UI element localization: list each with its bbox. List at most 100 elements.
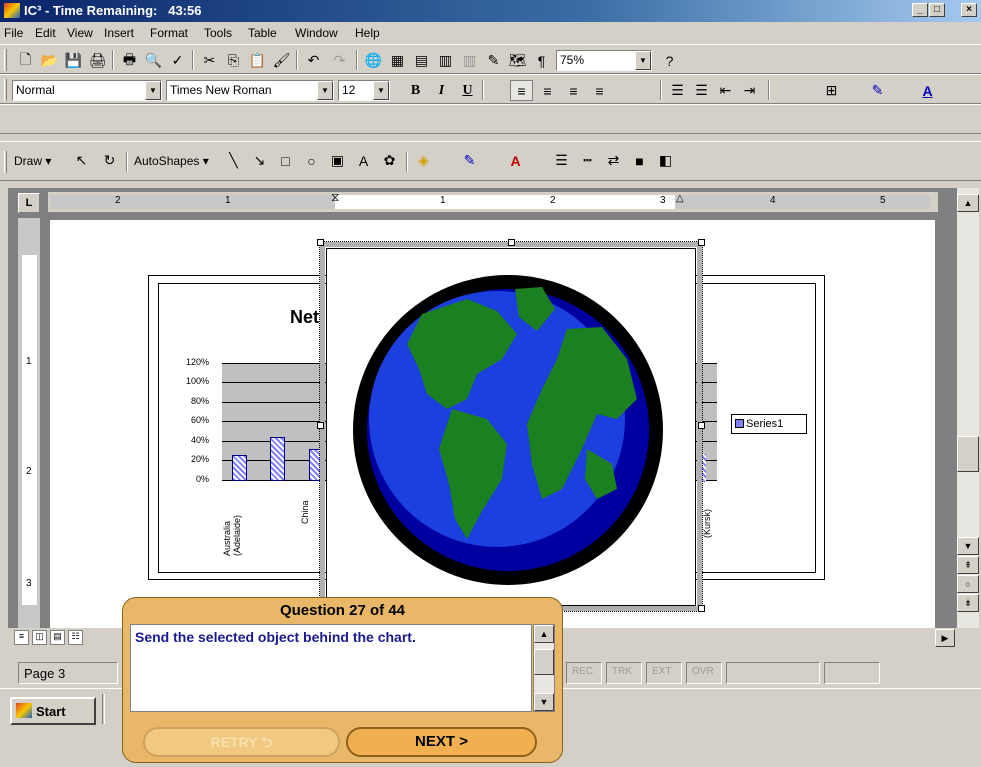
insert-excel-icon[interactable]: ▥ — [434, 50, 457, 71]
open-icon[interactable]: 📂 — [38, 50, 61, 71]
menu-help[interactable]: Help — [355, 26, 380, 40]
chevron-down-icon[interactable]: ▼ — [317, 81, 333, 100]
line-style-icon[interactable]: ☰ — [550, 150, 573, 171]
clipart-icon[interactable]: ✿ — [378, 150, 401, 171]
italic-icon[interactable]: I — [430, 80, 453, 101]
help-icon[interactable]: ? — [658, 50, 681, 71]
scroll-thumb[interactable] — [957, 436, 979, 472]
increase-indent-icon[interactable]: ⇥ — [738, 80, 761, 101]
resize-handle[interactable] — [698, 605, 705, 612]
web-layout-icon[interactable]: ◫ — [32, 630, 47, 645]
chevron-down-icon[interactable]: ▼ — [373, 81, 389, 100]
menu-view[interactable]: View — [67, 26, 93, 40]
menu-table[interactable]: Table — [248, 26, 277, 40]
zoom-combo[interactable]: 75% ▼ — [556, 50, 652, 71]
line-icon[interactable]: ╲ — [222, 150, 245, 171]
next-button[interactable]: NEXT > — [346, 727, 537, 757]
line-color-icon[interactable]: ✎ — [458, 150, 481, 171]
highlight-icon[interactable]: ✎ — [866, 80, 889, 101]
wordart-icon[interactable]: A — [352, 150, 375, 171]
scroll-down-button[interactable]: ▼ — [957, 537, 979, 555]
spelling-icon[interactable]: ✓ — [166, 50, 189, 71]
question-scrollbar[interactable]: ▲ ▼ — [533, 624, 555, 712]
format-painter-icon[interactable]: 🖌 — [270, 50, 293, 71]
resize-handle[interactable] — [317, 239, 324, 246]
chevron-down-icon[interactable]: ▼ — [145, 81, 161, 100]
ovr-indicator[interactable]: OVR — [686, 662, 722, 684]
underline-icon[interactable]: U — [456, 80, 479, 101]
font-color-icon[interactable]: A — [916, 80, 939, 101]
resize-handle[interactable] — [317, 422, 324, 429]
menu-edit[interactable]: Edit — [35, 26, 56, 40]
bullets-icon[interactable]: ☰ — [690, 80, 713, 101]
copy-icon[interactable]: ⎘ — [222, 50, 245, 71]
insert-table-icon[interactable]: ▤ — [410, 50, 433, 71]
arrow-icon[interactable]: ↘ — [248, 150, 271, 171]
bar[interactable] — [270, 437, 285, 481]
menu-format[interactable]: Format — [150, 26, 188, 40]
paste-icon[interactable]: 📋 — [246, 50, 269, 71]
font-color-icon[interactable]: A — [504, 150, 527, 171]
chart-legend[interactable]: Series1 — [731, 414, 807, 434]
select-browse-object-icon[interactable]: ○ — [957, 575, 979, 593]
font-combo[interactable]: Times New Roman ▼ — [166, 80, 334, 101]
tables-borders-icon[interactable]: ▦ — [386, 50, 409, 71]
scroll-right-button[interactable]: ▶ — [935, 629, 955, 647]
redo-icon[interactable]: ↷ — [328, 50, 351, 71]
next-page-icon[interactable]: ⇟ — [957, 594, 979, 612]
arrow-style-icon[interactable]: ⇄ — [602, 150, 625, 171]
chevron-down-icon[interactable]: ▼ — [635, 51, 651, 70]
undo-icon[interactable]: ↶ — [302, 50, 325, 71]
globe-clipart[interactable] — [326, 248, 696, 606]
resize-handle[interactable] — [698, 422, 705, 429]
outline-view-icon[interactable]: ☷ — [68, 630, 83, 645]
align-right-icon[interactable]: ≡ — [562, 80, 585, 101]
toolbar-grip[interactable] — [4, 79, 7, 101]
shadow-icon[interactable]: ■ — [628, 150, 651, 171]
menu-tools[interactable]: Tools — [204, 26, 232, 40]
toolbar-grip[interactable] — [4, 49, 7, 71]
rectangle-icon[interactable]: □ — [274, 150, 297, 171]
scroll-up-button[interactable]: ▲ — [534, 625, 554, 643]
resize-handle[interactable] — [508, 239, 515, 246]
previous-page-icon[interactable]: ⇞ — [957, 556, 979, 574]
tab-selector[interactable]: L — [18, 193, 40, 213]
center-icon[interactable]: ≡ — [536, 80, 559, 101]
free-rotate-icon[interactable]: ↻ — [98, 150, 121, 171]
bold-icon[interactable]: B — [404, 80, 427, 101]
print-preview-icon[interactable]: 🔍 — [142, 50, 165, 71]
resize-handle[interactable] — [698, 239, 705, 246]
print-icon[interactable]: 🖶 — [118, 50, 141, 71]
hyperlink-icon[interactable]: 🌐 — [362, 50, 385, 71]
font-size-combo[interactable]: 12 ▼ — [338, 80, 390, 101]
draw-menu-button[interactable]: Draw ▾ — [14, 154, 51, 168]
style-combo[interactable]: Normal ▼ — [12, 80, 162, 101]
toolbar-grip[interactable] — [4, 151, 7, 173]
retry-button[interactable]: RETRY ⮌ — [143, 727, 340, 757]
justify-icon[interactable]: ≡ — [588, 80, 611, 101]
save-icon[interactable]: 💾 — [62, 50, 85, 71]
start-button[interactable]: Start — [10, 697, 96, 725]
close-button[interactable]: × — [961, 3, 977, 17]
print-layout-icon[interactable]: ▤ — [50, 630, 65, 645]
minimize-button[interactable]: _ — [912, 3, 928, 17]
scroll-down-button[interactable]: ▼ — [534, 693, 554, 711]
autoshapes-menu-button[interactable]: AutoShapes ▾ — [134, 154, 209, 168]
drawing-icon[interactable]: ✎ — [482, 50, 505, 71]
textbox-icon[interactable]: ▣ — [326, 150, 349, 171]
numbering-icon[interactable]: ☰ — [666, 80, 689, 101]
right-indent-marker[interactable]: △ — [676, 193, 684, 204]
bar[interactable] — [232, 455, 247, 481]
oval-icon[interactable]: ○ — [300, 150, 323, 171]
menu-insert[interactable]: Insert — [104, 26, 134, 40]
fill-color-icon[interactable]: ◈ — [412, 150, 435, 171]
3d-icon[interactable]: ◧ — [654, 150, 677, 171]
normal-view-icon[interactable]: ≡ — [14, 630, 29, 645]
align-left-icon[interactable]: ≡ — [510, 80, 533, 101]
columns-icon[interactable]: ▥ — [458, 50, 481, 71]
new-icon[interactable]: 🗋 — [14, 50, 37, 71]
cut-icon[interactable]: ✂ — [198, 50, 221, 71]
trk-indicator[interactable]: TRK — [606, 662, 642, 684]
scroll-up-button[interactable]: ▲ — [957, 194, 979, 212]
app-icon[interactable] — [4, 3, 20, 18]
